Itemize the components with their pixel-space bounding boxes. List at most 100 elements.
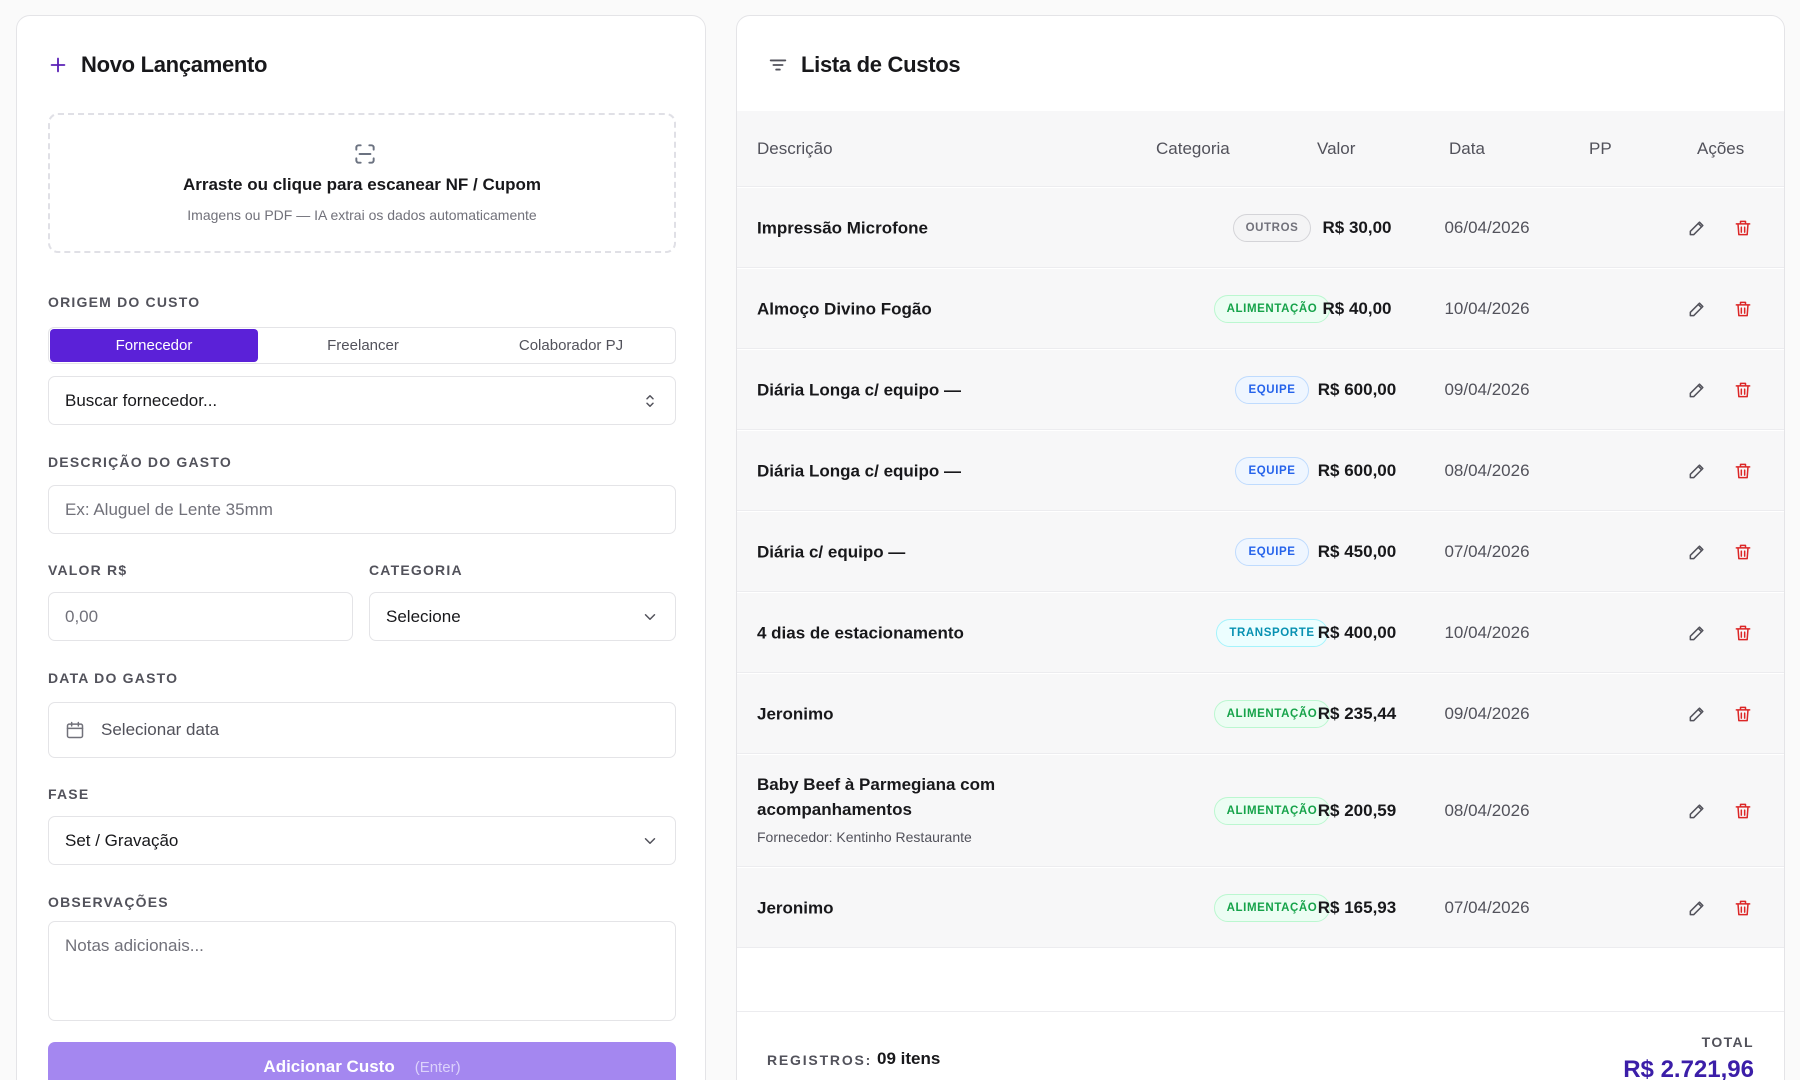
origin-option-freelancer[interactable]: Freelancer: [259, 328, 467, 363]
pencil-icon[interactable]: [1687, 704, 1707, 724]
calendar-icon: [66, 721, 84, 739]
trash-icon[interactable]: [1733, 218, 1753, 238]
row-description: Almoço Divino Fogão: [757, 296, 1137, 321]
cost-list-footer: REGISTROS: 09 itens TOTAL R$ 2.721,96: [737, 1011, 1784, 1080]
trash-icon[interactable]: [1733, 542, 1753, 562]
trash-icon[interactable]: [1733, 898, 1753, 918]
table-row: Diária c/ equipo — EQUIPE R$ 450,00 07/04/2…: [737, 512, 1784, 592]
column-header-date[interactable]: Data: [1449, 111, 1485, 187]
pencil-icon[interactable]: [1687, 299, 1707, 319]
table-row: Diária Longa c/ equipo — EQUIPE R$ 600,00 0…: [737, 350, 1784, 430]
table-row: Almoço Divino Fogão ALIMENTAÇÃO R$ 40,00 10…: [737, 269, 1784, 349]
notes-placeholder: Notas adicionais...: [65, 936, 204, 955]
filter-icon[interactable]: [767, 54, 789, 76]
pencil-icon[interactable]: [1687, 218, 1707, 238]
table-row: Baby Beef à Parmegiana com acompanhament…: [737, 755, 1784, 867]
chevrons-up-down-icon: [646, 394, 654, 407]
date-picker[interactable]: Selecionar data: [48, 702, 676, 758]
scan-icon: [355, 144, 375, 164]
row-description-text: Diária Longa c/ equipo —: [757, 461, 962, 480]
row-description: Diária Longa c/ equipo —: [757, 377, 1137, 402]
row-description-text: Diária Longa c/ equipo —: [757, 380, 962, 399]
notes-textarea[interactable]: Notas adicionais...: [48, 921, 676, 1021]
add-cost-button[interactable]: Adicionar Custo (Enter): [48, 1042, 676, 1080]
origin-label: ORIGEM DO CUSTO: [48, 294, 201, 310]
date-placeholder: Selecionar data: [101, 720, 220, 739]
cost-list-title: Lista de Custos: [801, 52, 961, 77]
column-header-category[interactable]: Categoria: [1156, 111, 1230, 187]
row-date: 10/04/2026: [1444, 622, 1530, 642]
chevron-down-icon: [644, 613, 656, 620]
row-description-text: Almoço Divino Fogão: [757, 299, 932, 318]
phase-select[interactable]: Set / Gravação: [48, 816, 676, 865]
pencil-icon[interactable]: [1687, 898, 1707, 918]
row-date: 06/04/2026: [1444, 217, 1530, 237]
cost-list-header: Lista de Custos: [767, 52, 961, 78]
description-placeholder: Ex: Aluguel de Lente 35mm: [65, 499, 273, 519]
origin-segmented-control: Fornecedor Freelancer Colaborador PJ: [48, 327, 676, 364]
row-description-text: Jeronimo: [757, 898, 834, 917]
row-description: 4 dias de estacionamento: [757, 620, 1137, 645]
origin-option-supplier[interactable]: Fornecedor: [50, 329, 258, 362]
row-date: 07/04/2026: [1444, 541, 1530, 561]
scan-subtitle: Imagens ou PDF — IA extrai os dados auto…: [187, 207, 537, 223]
trash-icon[interactable]: [1733, 623, 1753, 643]
trash-icon[interactable]: [1733, 299, 1753, 319]
value-label: VALOR R$: [48, 562, 128, 578]
table-row: Diária Longa c/ equipo — EQUIPE R$ 600,00 0…: [737, 431, 1784, 511]
row-description-text: 4 dias de estacionamento: [757, 623, 964, 642]
category-select-value: Selecione: [386, 606, 461, 626]
chevron-down-icon: [644, 837, 656, 844]
row-date: 08/04/2026: [1444, 800, 1530, 820]
add-cost-shortcut-hint: (Enter): [414, 1058, 461, 1076]
add-cost-label: Adicionar Custo: [263, 1057, 395, 1076]
pencil-icon[interactable]: [1687, 542, 1707, 562]
table-row: 4 dias de estacionamento TRANSPORTE R$ 400…: [737, 593, 1784, 673]
value-placeholder: 0,00: [65, 606, 99, 626]
row-description: Jeronimo: [757, 701, 1137, 726]
scan-title: Arraste ou clique para escanear NF / Cup…: [182, 175, 542, 194]
origin-option-pj[interactable]: Colaborador PJ: [467, 328, 675, 363]
table-row: Jeronimo ALIMENTAÇÃO R$ 235,44 09/04/2026: [737, 674, 1784, 754]
value-input[interactable]: 0,00: [48, 592, 353, 641]
trash-icon[interactable]: [1733, 704, 1753, 724]
row-description: Jeronimo: [757, 895, 1137, 920]
trash-icon[interactable]: [1733, 461, 1753, 481]
plus-icon: [50, 57, 66, 73]
row-date: 09/04/2026: [1444, 703, 1530, 723]
pencil-icon[interactable]: [1687, 461, 1707, 481]
category-label: CATEGORIA: [369, 562, 463, 578]
category-select[interactable]: Selecione: [369, 592, 676, 641]
new-entry-title: Novo Lançamento: [81, 52, 268, 77]
date-label: DATA DO GASTO: [48, 670, 179, 686]
trash-icon[interactable]: [1733, 801, 1753, 821]
row-date: 10/04/2026: [1444, 298, 1530, 318]
records-count: 09 itens: [877, 1049, 941, 1068]
row-date: 09/04/2026: [1444, 379, 1530, 399]
total-value: R$ 2.721,96: [1623, 1056, 1754, 1080]
pencil-icon[interactable]: [1687, 623, 1707, 643]
row-supplier: Fornecedor: Kentinho Restaurante: [757, 828, 972, 845]
new-entry-header: Novo Lançamento: [47, 52, 268, 78]
row-description: Impressão Microfone: [757, 215, 1137, 240]
row-description-text: Jeronimo: [757, 704, 834, 723]
total-label: TOTAL: [1701, 1034, 1754, 1050]
pencil-icon[interactable]: [1687, 801, 1707, 821]
row-description-text: Impressão Microfone: [757, 218, 928, 237]
column-header-value[interactable]: Valor: [1317, 111, 1355, 187]
trash-icon[interactable]: [1733, 380, 1753, 400]
receipt-scan-dropzone[interactable]: Arraste ou clique para escanear NF / Cup…: [48, 113, 676, 253]
row-description-text: Diária c/ equipo —: [757, 542, 906, 561]
row-description: Diária c/ equipo —: [757, 539, 1137, 564]
phase-label: FASE: [48, 786, 90, 802]
supplier-search-select[interactable]: Buscar fornecedor...: [48, 376, 676, 425]
row-description: Diária Longa c/ equipo —: [757, 458, 1137, 483]
description-input[interactable]: Ex: Aluguel de Lente 35mm: [48, 485, 676, 534]
pencil-icon[interactable]: [1687, 380, 1707, 400]
new-entry-panel: Novo Lançamento Arraste ou clique para e…: [16, 15, 706, 1080]
notes-label: OBSERVAÇÕES: [48, 894, 169, 910]
table-row: Impressão Microfone OUTROS R$ 30,00 06/04/2…: [737, 188, 1784, 268]
column-header-actions: Ações: [1697, 139, 1745, 158]
column-header-description[interactable]: Descrição: [757, 111, 833, 187]
phase-select-value: Set / Gravação: [65, 830, 179, 850]
